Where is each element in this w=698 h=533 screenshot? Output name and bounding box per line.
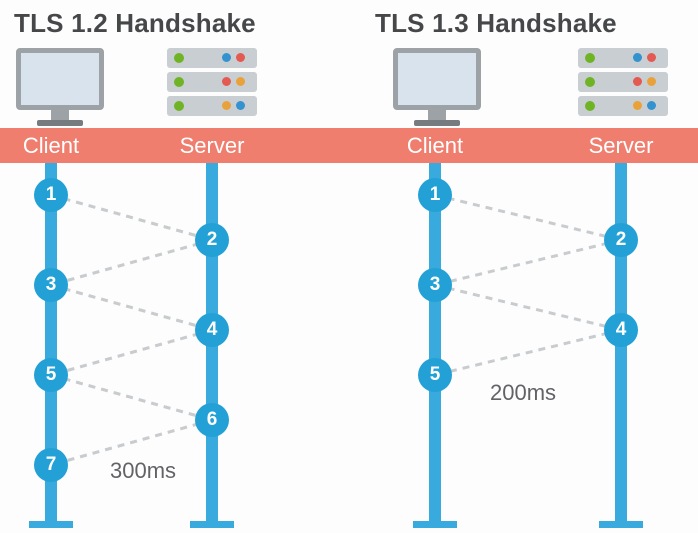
step-right-2: 2 <box>604 223 638 257</box>
step-left-1: 1 <box>34 178 68 212</box>
step-left-4: 4 <box>195 313 229 347</box>
step-right-5: 5 <box>418 358 452 392</box>
step-left-3: 3 <box>34 268 68 302</box>
step-left-2: 2 <box>195 223 229 257</box>
step-left-7: 7 <box>34 448 68 482</box>
message-lines <box>0 0 698 533</box>
step-left-5: 5 <box>34 358 68 392</box>
step-left-6: 6 <box>195 403 229 437</box>
step-right-1: 1 <box>418 178 452 212</box>
step-right-4: 4 <box>604 313 638 347</box>
step-right-3: 3 <box>418 268 452 302</box>
